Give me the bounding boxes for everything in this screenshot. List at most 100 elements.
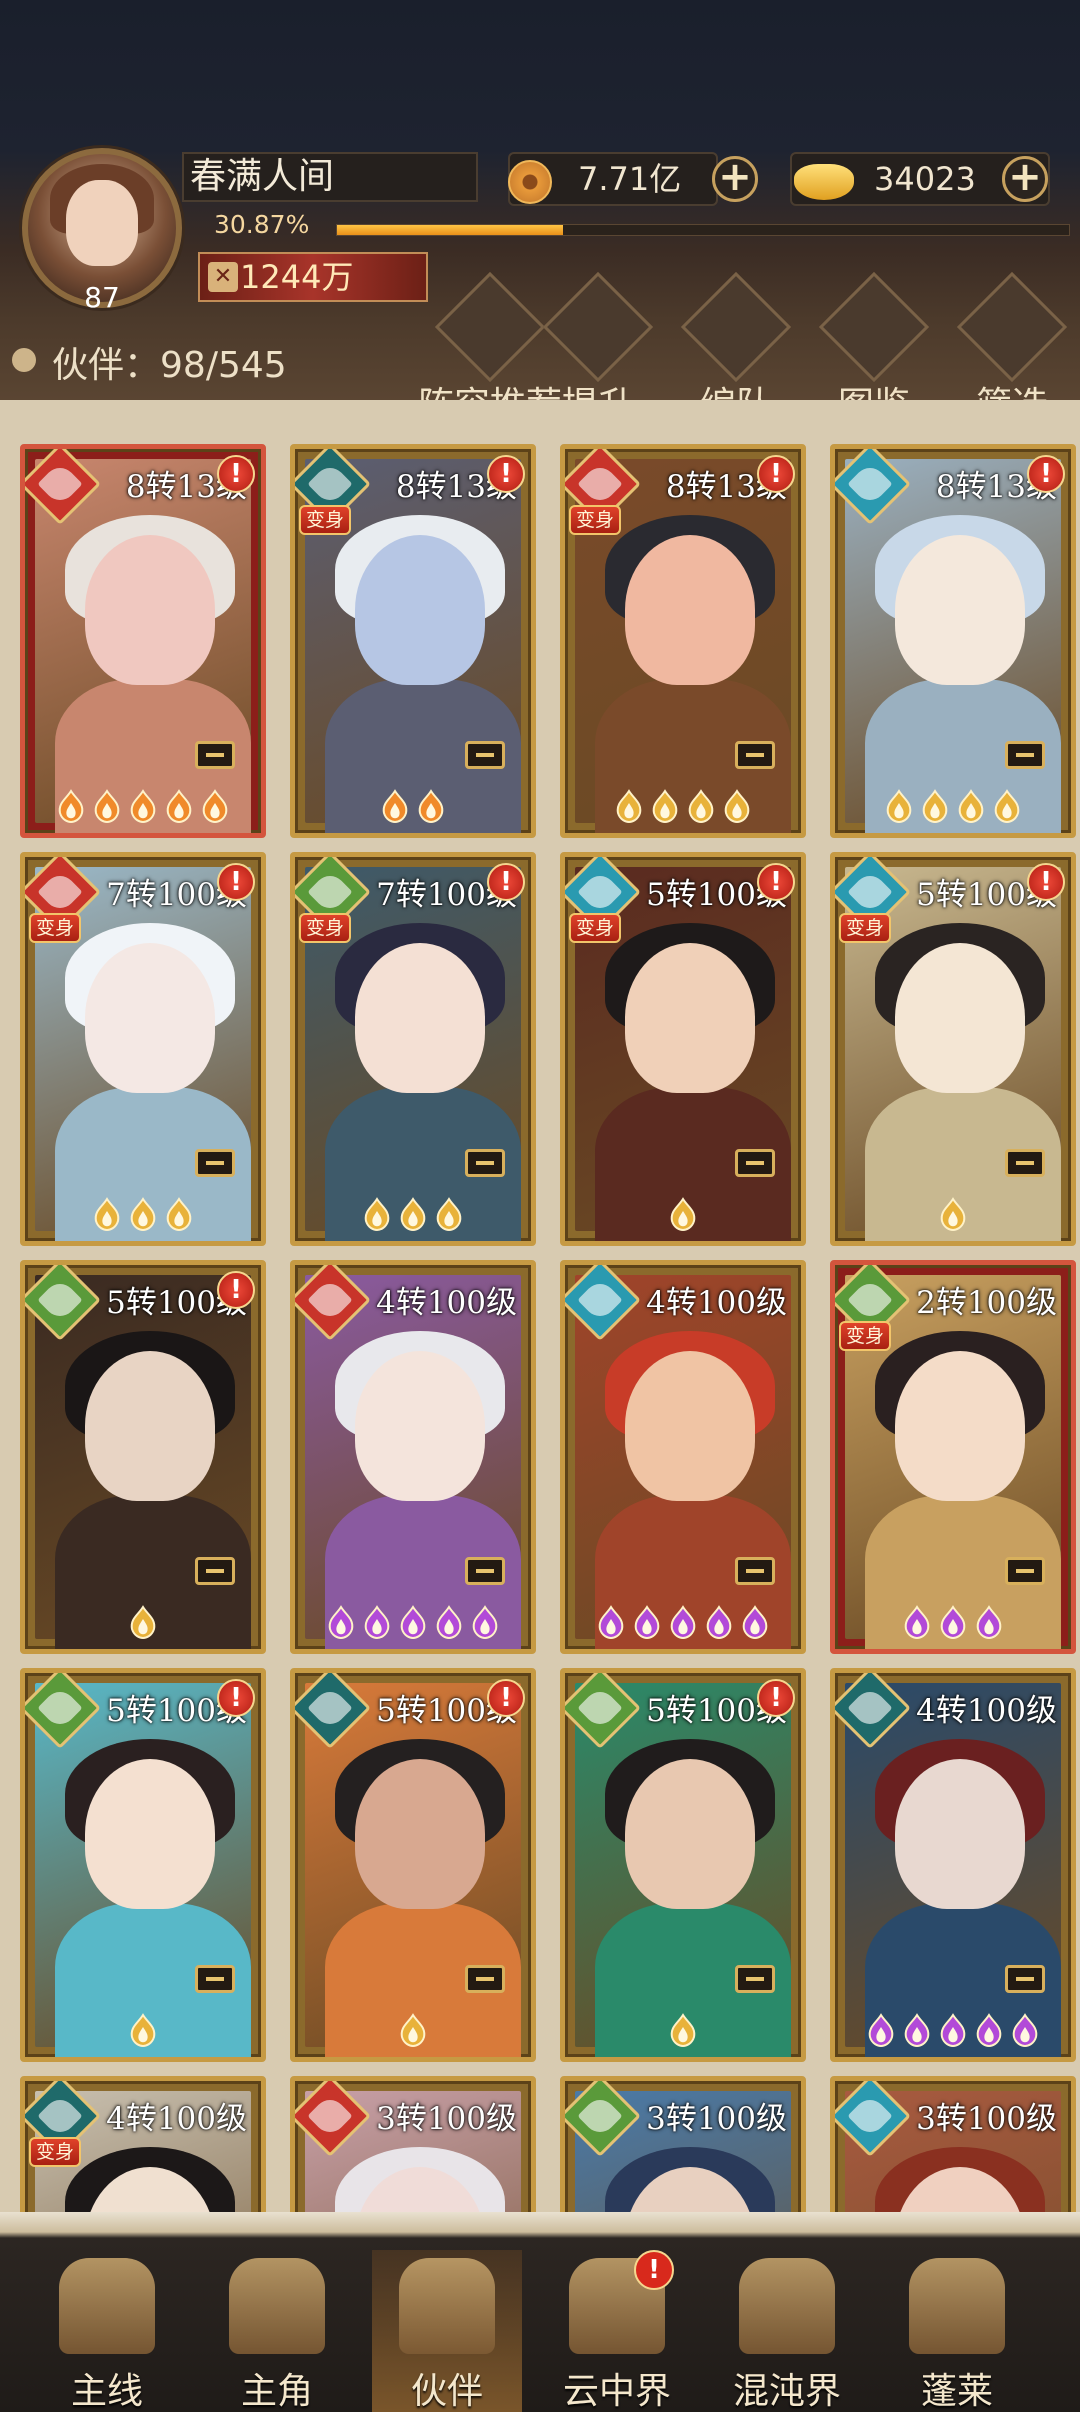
flame-icon bbox=[976, 2013, 1002, 2047]
partner-level: 3转100级 bbox=[646, 2101, 787, 2137]
nav-crossed-swords[interactable]: 主线 bbox=[32, 2250, 182, 2412]
exp-bar bbox=[336, 224, 1070, 236]
nav-label: 蓬莱 bbox=[920, 2371, 993, 2412]
add-coin-button[interactable]: + bbox=[712, 156, 758, 202]
portrait-face bbox=[355, 943, 485, 1093]
partner-level: 4转100级 bbox=[106, 2101, 247, 2137]
partner-card[interactable]: 8转13级 变身! bbox=[560, 444, 806, 838]
formation-icon bbox=[680, 271, 792, 383]
portrait-face bbox=[85, 535, 215, 685]
transform-badge: 变身 bbox=[299, 913, 351, 943]
partner-card[interactable]: 8转13级! bbox=[830, 444, 1076, 838]
add-gold-button[interactable]: + bbox=[1002, 156, 1048, 202]
partner-card[interactable]: 2转100级 变身 bbox=[830, 1260, 1076, 1654]
partner-card[interactable]: 7转100级 变身! bbox=[20, 852, 266, 1246]
partner-grid[interactable]: 8转13级! 8转13级 变身! 8转13级 变身! 8转13级! 7转100级 变身! 7转1… bbox=[0, 400, 1080, 2212]
alert-badge: ! bbox=[757, 863, 795, 901]
element-glyph bbox=[37, 1277, 83, 1323]
crossed-swords-icon bbox=[59, 2258, 155, 2354]
partner-card[interactable]: 5转100级! bbox=[290, 1668, 536, 2062]
nav-alert-badge: ! bbox=[634, 2250, 674, 2290]
flame-icon bbox=[400, 1605, 426, 1639]
flame-icon bbox=[598, 1605, 624, 1639]
element-glyph bbox=[577, 2093, 623, 2139]
partner-card[interactable]: 5转100级 变身! bbox=[830, 852, 1076, 1246]
remove-from-team-button[interactable] bbox=[195, 1557, 235, 1585]
partner-card[interactable]: 5转100级! bbox=[20, 1260, 266, 1654]
nav-hero[interactable]: 主角 bbox=[202, 2250, 352, 2412]
codex-icon bbox=[818, 271, 930, 383]
flame-icon bbox=[706, 1605, 732, 1639]
remove-from-team-button[interactable] bbox=[195, 741, 235, 769]
remove-from-team-button[interactable] bbox=[735, 741, 775, 769]
partner-icon bbox=[399, 2258, 495, 2354]
flame-icon bbox=[958, 789, 984, 823]
partner-card[interactable]: 5转100级! bbox=[20, 1668, 266, 2062]
star-flames bbox=[565, 1605, 801, 1639]
flame-icon bbox=[328, 1605, 354, 1639]
remove-from-team-button[interactable] bbox=[735, 1149, 775, 1177]
partner-card[interactable]: 5转100级! bbox=[560, 1668, 806, 2062]
flame-icon bbox=[670, 1605, 696, 1639]
remove-from-team-button[interactable] bbox=[465, 1149, 505, 1177]
element-glyph bbox=[847, 461, 893, 507]
flame-icon bbox=[652, 789, 678, 823]
partner-card[interactable]: 8转13级 变身! bbox=[290, 444, 536, 838]
remove-from-team-button[interactable] bbox=[735, 1557, 775, 1585]
remove-from-team-button[interactable] bbox=[1005, 741, 1045, 769]
partner-card[interactable]: 4转100级 bbox=[290, 1260, 536, 1654]
partner-count: 伙伴：98/545 bbox=[52, 336, 287, 388]
portrait-face bbox=[355, 1759, 485, 1909]
portrait-face bbox=[625, 535, 755, 685]
flame-icon bbox=[472, 1605, 498, 1639]
star-flames bbox=[835, 1605, 1071, 1639]
portrait-face bbox=[625, 1351, 755, 1501]
remove-from-team-button[interactable] bbox=[465, 741, 505, 769]
nav-partner[interactable]: 伙伴 bbox=[372, 2250, 522, 2412]
alert-badge: ! bbox=[1027, 863, 1065, 901]
partner-card[interactable]: 4转100级 bbox=[560, 1260, 806, 1654]
partner-card[interactable]: 7转100级 变身! bbox=[290, 852, 536, 1246]
partner-card[interactable]: 4转100级 bbox=[830, 1668, 1076, 2062]
flame-icon bbox=[742, 1605, 768, 1639]
exp-percent: 30.87% bbox=[214, 210, 310, 239]
remove-from-team-button[interactable] bbox=[1005, 1557, 1045, 1585]
flame-icon bbox=[130, 1605, 156, 1639]
alert-badge: ! bbox=[487, 863, 525, 901]
flame-icon bbox=[436, 1197, 462, 1231]
remove-from-team-button[interactable] bbox=[465, 1557, 505, 1585]
nav-cloud-realm[interactable]: 云中界! bbox=[542, 2250, 692, 2412]
nav-penglai[interactable]: 蓬莱 bbox=[882, 2250, 1032, 2412]
partner-card[interactable]: 8转13级! bbox=[20, 444, 266, 838]
transform-badge: 变身 bbox=[29, 2137, 81, 2167]
remove-from-team-button[interactable] bbox=[195, 1965, 235, 1993]
remove-from-team-button[interactable] bbox=[735, 1965, 775, 1993]
player-level: 87 bbox=[84, 281, 120, 314]
flame-icon bbox=[940, 1197, 966, 1231]
star-flames bbox=[295, 1197, 531, 1231]
remove-from-team-button[interactable] bbox=[465, 1965, 505, 1993]
nav-chaos-realm[interactable]: 混沌界 bbox=[712, 2250, 862, 2412]
remove-from-team-button[interactable] bbox=[195, 1149, 235, 1177]
partner-count-value: 98/545 bbox=[160, 345, 287, 386]
alert-badge: ! bbox=[217, 1679, 255, 1717]
remove-from-team-button[interactable] bbox=[1005, 1149, 1045, 1177]
partner-card[interactable]: 3转100级 bbox=[290, 2076, 536, 2212]
partner-card[interactable]: 3转100级 bbox=[830, 2076, 1076, 2212]
nav-label: 主线 bbox=[70, 2371, 143, 2412]
portrait-face bbox=[85, 1351, 215, 1501]
remove-from-team-button[interactable] bbox=[1005, 1965, 1045, 1993]
partner-card[interactable]: 5转100级 变身! bbox=[560, 852, 806, 1246]
flame-icon bbox=[886, 789, 912, 823]
partner-card[interactable]: 4转100级 变身 bbox=[20, 2076, 266, 2212]
player-name: 春满人间 bbox=[190, 156, 335, 197]
partner-card[interactable]: 3转100级 bbox=[560, 2076, 806, 2212]
penglai-icon bbox=[909, 2258, 1005, 2354]
hero-icon bbox=[229, 2258, 325, 2354]
flame-icon bbox=[922, 789, 948, 823]
flame-icon bbox=[130, 1197, 156, 1231]
portrait-face bbox=[895, 535, 1025, 685]
star-flames bbox=[25, 789, 261, 823]
star-flames bbox=[835, 2013, 1071, 2047]
element-glyph bbox=[577, 869, 623, 915]
